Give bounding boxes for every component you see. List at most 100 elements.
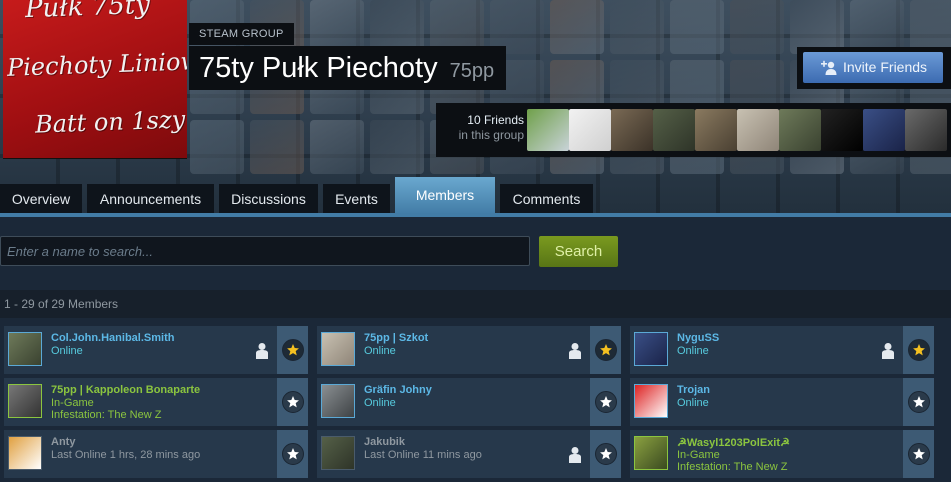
member-card[interactable]: Jakubik Last Online 11 mins ago [317, 430, 621, 478]
group-avatar: Pułk 75ty Piechoty Liniowey Batt on 1szy [3, 0, 187, 159]
tab-overview[interactable]: Overview [0, 184, 82, 214]
member-game: Infestation: The New Z [51, 409, 162, 421]
member-avatar[interactable] [8, 384, 42, 418]
collage-avatar-tile [790, 0, 844, 54]
collage-avatar-tile [550, 0, 604, 54]
friends-count-number: 10 Friends [467, 113, 524, 127]
member-star-icon [908, 391, 930, 413]
invite-friends-container: Invite Friends [797, 47, 951, 89]
member-rank-box [903, 430, 934, 478]
member-status: Last Online 1 hrs, 28 mins ago [51, 449, 201, 461]
member-name[interactable]: Jakubik [364, 436, 405, 448]
member-avatar[interactable] [321, 436, 355, 470]
tab-discussions[interactable]: Discussions [219, 184, 318, 214]
soldier-crowd-avatar-icon[interactable] [695, 109, 737, 151]
collage-avatar-tile [910, 0, 951, 54]
member-card[interactable]: Trojan Online [630, 378, 934, 426]
tab-events[interactable]: Events [323, 184, 390, 214]
friend-person-icon [569, 343, 581, 359]
tab-members[interactable]: Members [395, 177, 495, 214]
member-card[interactable]: 75pp | Kappoleon Bonaparte In-Game Infesta… [4, 378, 308, 426]
member-name[interactable]: ☭Wasyl1203PolExit☭ [677, 436, 790, 449]
member-status: Online [51, 345, 83, 357]
member-rank-box [903, 326, 934, 374]
group-avatar-text-line: Batt on 1szy [34, 105, 186, 139]
member-status: Last Online 11 mins ago [364, 449, 482, 461]
member-status: In-Game [51, 397, 94, 409]
collage-avatar-tile [610, 0, 664, 54]
member-card[interactable]: NyguSS Online [630, 326, 934, 374]
invite-friends-label: Invite Friends [843, 59, 928, 75]
member-name[interactable]: 75pp | Kappoleon Bonaparte [51, 384, 200, 396]
member-card[interactable]: Anty Last Online 1 hrs, 28 mins ago [4, 430, 308, 478]
member-name[interactable]: 75pp | Szkot [364, 332, 428, 344]
member-star-icon [595, 391, 617, 413]
search-button[interactable]: Search [539, 236, 618, 267]
member-name[interactable]: Trojan [677, 384, 710, 396]
officer-star-icon [908, 339, 930, 361]
blue-creature-avatar-icon[interactable] [863, 109, 905, 151]
member-rank-box [277, 326, 308, 374]
member-rank-box [590, 378, 621, 426]
member-status: In-Game [677, 449, 720, 461]
officer-star-icon [595, 339, 617, 361]
member-avatar[interactable] [8, 436, 42, 470]
stalin-avatar-icon[interactable] [611, 109, 653, 151]
add-user-icon [821, 60, 837, 75]
member-star-icon [595, 443, 617, 465]
member-game: Infestation: The New Z [677, 461, 788, 473]
member-star-icon [282, 391, 304, 413]
officer-star-icon [282, 339, 304, 361]
member-avatar[interactable] [634, 384, 668, 418]
member-card[interactable]: 75pp | Szkot Online [317, 326, 621, 374]
member-avatar[interactable] [634, 332, 668, 366]
member-name[interactable]: Gräfin Johny [364, 384, 432, 396]
collage-avatar-tile [190, 120, 244, 174]
soldier-avatar-icon[interactable] [779, 109, 821, 151]
x-crown-avatar-icon[interactable] [569, 109, 611, 151]
member-status: Online [677, 397, 709, 409]
member-name[interactable]: Col.John.Hanibal.Smith [51, 332, 174, 344]
member-name[interactable]: Anty [51, 436, 75, 448]
member-rank-box [590, 326, 621, 374]
collage-avatar-tile [250, 120, 304, 174]
member-status: Online [677, 345, 709, 357]
friends-in-group-strip: 10 Friends in this group [436, 103, 951, 157]
tab-comments[interactable]: Comments [500, 184, 593, 214]
members-count: 1 - 29 of 29 Members [0, 290, 951, 318]
cat-avatar-icon[interactable] [737, 109, 779, 151]
group-abbreviation: 75pp [449, 60, 495, 82]
member-card[interactable]: Col.John.Hanibal.Smith Online [4, 326, 308, 374]
invite-friends-button[interactable]: Invite Friends [803, 52, 943, 83]
soldier-helmet-avatar-icon[interactable] [653, 109, 695, 151]
group-type-label: STEAM GROUP [189, 23, 294, 45]
bald-man-avatar-icon[interactable] [905, 109, 947, 151]
member-search-input[interactable] [0, 236, 530, 266]
collage-avatar-tile [670, 0, 724, 54]
tab-announcements[interactable]: Announcements [87, 184, 214, 214]
member-avatar[interactable] [634, 436, 668, 470]
member-rank-box [903, 378, 934, 426]
friends-count-sub: in this group [458, 128, 524, 142]
collage-avatar-tile [730, 0, 784, 54]
member-card[interactable]: ☭Wasyl1203PolExit☭ In-Game Infestation: Th… [630, 430, 934, 478]
member-avatar[interactable] [321, 332, 355, 366]
friend-person-icon [882, 343, 894, 359]
member-star-icon [908, 443, 930, 465]
member-name[interactable]: NyguSS [677, 332, 719, 344]
member-rank-box [590, 430, 621, 478]
friends-count[interactable]: 10 Friends in this group [436, 113, 524, 143]
member-avatar[interactable] [8, 332, 42, 366]
member-card[interactable]: Gräfin Johny Online [317, 378, 621, 426]
white-emblem-avatar-icon[interactable] [821, 109, 863, 151]
collage-avatar-tile [370, 120, 424, 174]
collage-avatar-tile [310, 120, 364, 174]
member-status: Online [364, 397, 396, 409]
minecraft-avatar-icon[interactable] [527, 109, 569, 151]
member-rank-box [277, 378, 308, 426]
friend-person-icon [256, 343, 268, 359]
group-avatar-text-line: Piechoty Liniowey [6, 46, 187, 82]
member-avatar[interactable] [321, 384, 355, 418]
member-status: Online [364, 345, 396, 357]
page-title: 75ty Pułk Piechoty 75pp [189, 46, 507, 90]
